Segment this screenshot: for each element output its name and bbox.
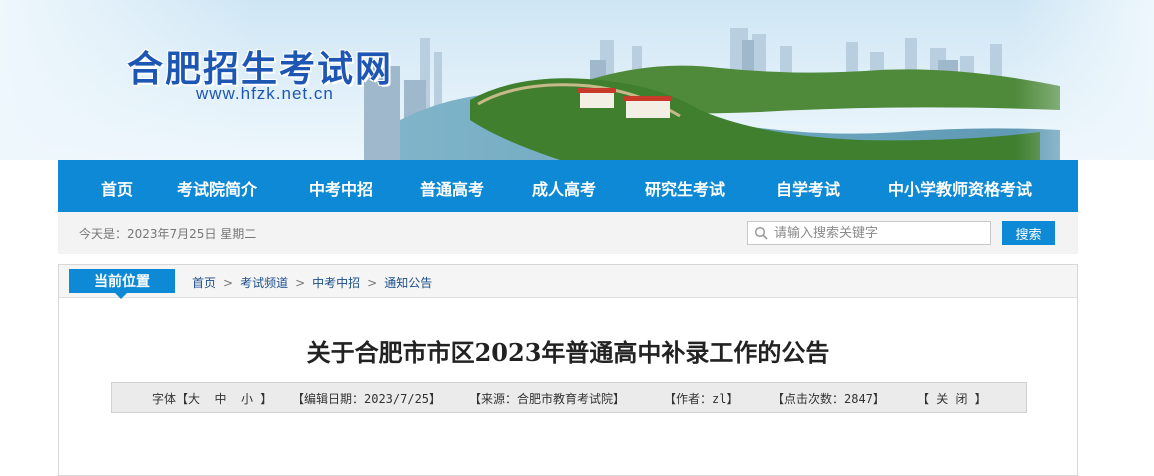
article-author: 【作者：zl】 xyxy=(664,392,739,406)
current-date: 今天是：2023年7月25日 星期二 xyxy=(79,227,257,241)
breadcrumb-notices[interactable]: 通知公告 xyxy=(384,274,432,291)
chevron-right-icon: > xyxy=(295,275,306,290)
font-size-controls: 字体【大 中 小 】 xyxy=(152,390,272,407)
content-panel: 当前位置 首页 > 考试频道 > 中考中招 > 通知公告 关于合肥市市区2023… xyxy=(58,264,1078,476)
chevron-right-icon: > xyxy=(223,275,234,290)
font-size-label: 字体【 xyxy=(152,392,189,406)
font-medium-button[interactable]: 中 xyxy=(214,392,226,406)
site-url: www.hfzk.net.cn xyxy=(196,84,334,103)
nav-item-adult-exam[interactable]: 成人高考 xyxy=(532,176,596,200)
font-size-close-bracket: 】 xyxy=(260,392,273,406)
click-count: 【点击次数：2847】 xyxy=(772,392,885,406)
site-banner: 合肥招生考试网 www.hfzk.net.cn xyxy=(0,0,1154,160)
font-large-button[interactable]: 大 xyxy=(188,392,200,406)
chevron-right-icon: > xyxy=(367,275,378,290)
search-icon xyxy=(754,226,768,240)
current-location-tag: 当前位置 xyxy=(69,269,175,293)
info-bar: 今天是：2023年7月25日 星期二 搜索 xyxy=(58,212,1078,254)
close-page-button[interactable]: 【 关 闭 】 xyxy=(917,390,987,407)
breadcrumb-home[interactable]: 首页 xyxy=(192,274,216,291)
article-meta-bar: 字体【大 中 小 】 【编辑日期：2023/7/25】 【来源：合肥市教育考试院… xyxy=(111,382,1027,413)
font-small-button[interactable]: 小 xyxy=(241,392,253,406)
breadcrumb-links: 首页 > 考试频道 > 中考中招 > 通知公告 xyxy=(192,274,432,291)
nav-item-gaokao[interactable]: 普通高考 xyxy=(420,176,484,200)
nav-item-home[interactable]: 首页 xyxy=(101,176,133,200)
nav-item-graduate-exam[interactable]: 研究生考试 xyxy=(645,176,725,200)
article-source: 【来源：合肥市教育考试院】 xyxy=(469,392,626,406)
search-input[interactable] xyxy=(774,224,984,242)
nav-item-teacher-cert[interactable]: 中小学教师资格考试 xyxy=(888,176,1032,200)
nav-item-zhongkao[interactable]: 中考中招 xyxy=(309,176,373,200)
breadcrumb-zhongkao[interactable]: 中考中招 xyxy=(312,274,360,291)
search-button[interactable]: 搜索 xyxy=(1002,221,1055,245)
edit-date: 【编辑日期：2023/7/25】 xyxy=(292,392,442,406)
breadcrumb: 当前位置 首页 > 考试频道 > 中考中招 > 通知公告 xyxy=(59,265,1077,299)
breadcrumb-exam-channel[interactable]: 考试频道 xyxy=(240,274,288,291)
nav-item-about[interactable]: 考试院简介 xyxy=(177,176,257,200)
article-title: 关于合肥市市区2023年普通高中补录工作的公告 xyxy=(306,338,830,367)
tag-arrow-icon xyxy=(115,293,127,299)
search-box xyxy=(747,221,991,245)
main-nav: 首页 考试院简介 中考中招 普通高考 成人高考 研究生考试 自学考试 中小学教师… xyxy=(58,160,1078,212)
nav-item-self-study-exam[interactable]: 自学考试 xyxy=(776,176,840,200)
